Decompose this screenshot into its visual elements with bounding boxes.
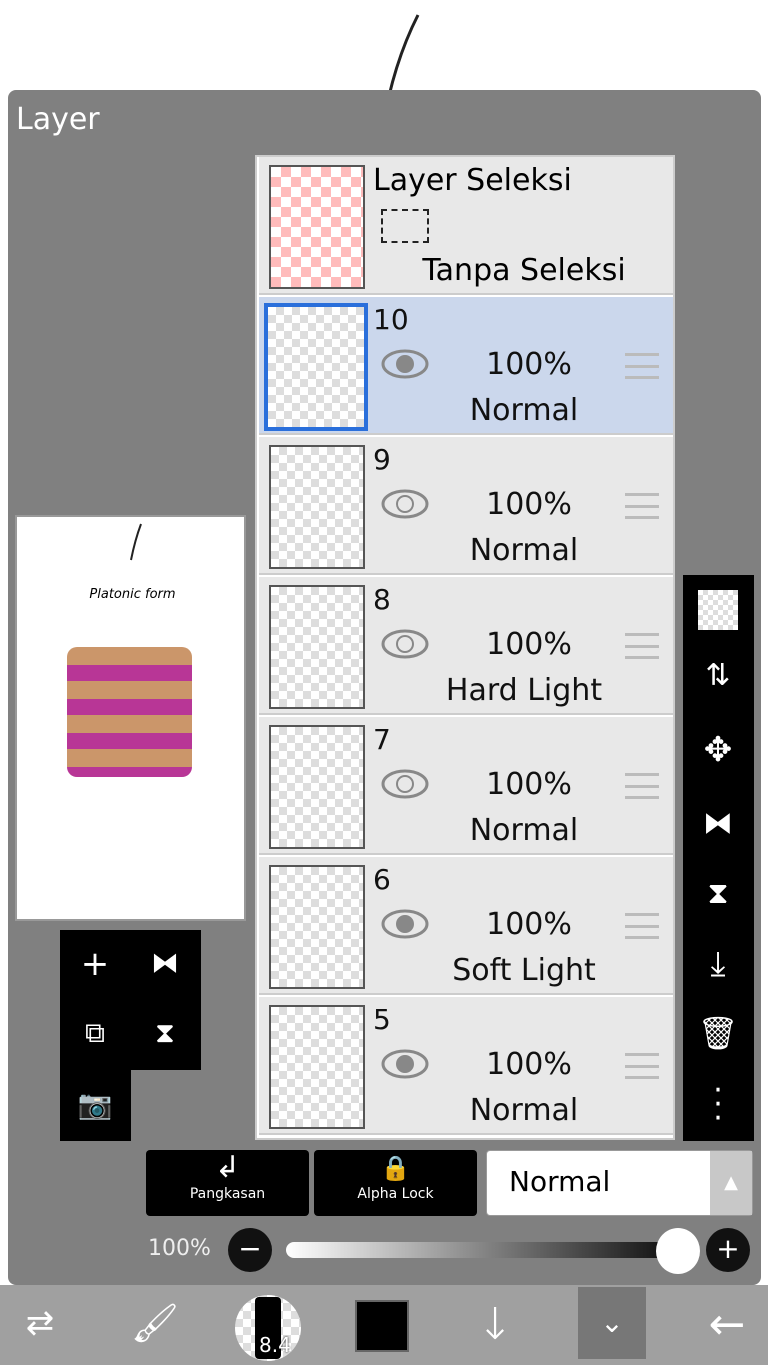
blend-mode-value: Normal (509, 1165, 611, 1198)
layer-thumbnail (269, 585, 365, 709)
clipping-button[interactable]: ↲ Pangkasan (146, 1150, 309, 1216)
layer-thumbnail (269, 1005, 365, 1129)
drag-handle-icon[interactable] (625, 913, 659, 939)
drag-handle-icon[interactable] (625, 353, 659, 379)
merge-down-icon[interactable]: ⤓ (683, 944, 753, 984)
back-arrow-icon[interactable]: ← (692, 1299, 762, 1350)
copy-layer-icon[interactable]: ⧉ (60, 1016, 130, 1050)
layer-opacity: 100% (486, 487, 572, 522)
swap-layer-icon[interactable]: ⇅ (683, 658, 753, 693)
layer-row[interactable]: 9 100% Normal (259, 437, 673, 575)
drag-handle-icon[interactable] (625, 773, 659, 799)
layer-number: 8 (373, 583, 391, 616)
layer-opacity: 100% (486, 627, 572, 662)
layer-number: 7 (373, 723, 391, 756)
layer-row[interactable]: 7 100% Normal (259, 717, 673, 855)
layer-row[interactable]: 10 100% Normal (259, 297, 673, 435)
opacity-slider[interactable] (286, 1242, 696, 1258)
flip-horizontal-layer-icon[interactable]: ⧓ (683, 806, 753, 841)
trash-icon[interactable]: 🗑 (683, 1014, 753, 1052)
blend-mode-select[interactable]: Normal ▲ (486, 1150, 753, 1216)
preview-caption: Platonic form (89, 587, 176, 602)
selection-status: Tanpa Seleksi (422, 253, 626, 288)
alpha-lock-label: Alpha Lock (357, 1186, 434, 1202)
preview-artwork (67, 647, 192, 777)
brush-size-value: 8.4 (259, 1333, 291, 1357)
selection-title: Layer Seleksi (373, 163, 572, 198)
blend-mode-arrow-icon: ▲ (710, 1151, 752, 1215)
preview-stroke (130, 523, 142, 561)
selection-marquee-icon (381, 209, 429, 243)
opacity-increase-button[interactable]: + (706, 1228, 750, 1272)
layer-thumbnail (269, 865, 365, 989)
layer-opacity: 100% (486, 1047, 572, 1082)
eye-icon[interactable] (381, 629, 429, 659)
layer-blend-mode: Hard Light (445, 673, 603, 708)
layer-number: 10 (373, 303, 409, 336)
clipping-icon: ↲ (214, 1150, 241, 1185)
layer-opacity: 100% (486, 347, 572, 382)
eye-icon[interactable] (381, 909, 429, 939)
layer-number: 6 (373, 863, 391, 896)
move-icon[interactable]: ✥ (683, 730, 753, 770)
selection-thumbnail (269, 165, 365, 289)
alpha-lock-icon: 🔒 (380, 1154, 411, 1182)
layer-list[interactable]: Layer Seleksi Tanpa Seleksi 10 100% Norm… (255, 155, 675, 1140)
layer-thumbnail (264, 303, 368, 431)
flip-vertical-layer-icon[interactable]: ⧗ (683, 876, 753, 911)
more-icon[interactable]: · · · (683, 1076, 753, 1134)
clipping-label: Pangkasan (189, 1186, 266, 1202)
opacity-decrease-button[interactable]: − (228, 1228, 272, 1272)
add-layer-icon[interactable]: + (60, 944, 130, 984)
bottom-toolbar: ⇄ 🖌 8.4 ↓ ⌄ ← (0, 1285, 768, 1365)
layer-row[interactable]: 5 100% Normal (259, 997, 673, 1135)
transparent-bg-icon[interactable] (698, 590, 738, 630)
layer-number: 9 (373, 443, 391, 476)
canvas-preview[interactable]: Platonic form (15, 515, 246, 921)
alpha-lock-button[interactable]: 🔒 Alpha Lock (314, 1150, 477, 1216)
drag-handle-icon[interactable] (625, 493, 659, 519)
layer-thumbnail (269, 725, 365, 849)
layer-panel-toggle-icon[interactable]: ⌄ (578, 1287, 646, 1359)
layer-blend-mode: Normal (469, 1093, 579, 1128)
selection-layer-row[interactable]: Layer Seleksi Tanpa Seleksi (259, 157, 673, 295)
eye-icon[interactable] (381, 1049, 429, 1079)
layer-blend-mode: Normal (469, 813, 579, 848)
arrow-down-icon[interactable]: ↓ (460, 1299, 530, 1350)
drag-handle-icon[interactable] (625, 1053, 659, 1079)
camera-icon[interactable]: 📷 (60, 1088, 130, 1121)
flip-horizontal-icon[interactable]: ⧓ (130, 946, 200, 979)
eye-icon[interactable] (381, 349, 429, 379)
brush-icon[interactable]: 🖌 (120, 1301, 190, 1346)
drag-handle-icon[interactable] (625, 633, 659, 659)
layer-opacity: 100% (486, 907, 572, 942)
layer-row[interactable]: 6 100% Soft Light (259, 857, 673, 995)
layer-opacity: 100% (486, 767, 572, 802)
opacity-slider-thumb[interactable] (656, 1228, 700, 1274)
eye-icon[interactable] (381, 769, 429, 799)
layer-number: 5 (373, 1003, 391, 1036)
eye-icon[interactable] (381, 489, 429, 519)
color-swatch[interactable] (355, 1300, 409, 1352)
layer-blend-mode: Normal (469, 533, 579, 568)
flip-vertical-icon[interactable]: ⧗ (130, 1016, 200, 1050)
layer-row[interactable]: 8 100% Hard Light (259, 577, 673, 715)
layer-blend-mode: Soft Light (452, 953, 596, 988)
brush-eraser-swap-icon[interactable]: ⇄ (5, 1303, 75, 1343)
brush-size-button[interactable]: 8.4 (235, 1295, 301, 1361)
layer-blend-mode: Normal (469, 393, 579, 428)
panel-title: Layer (16, 102, 100, 137)
opacity-label: 100% (148, 1236, 211, 1261)
layer-thumbnail (269, 445, 365, 569)
